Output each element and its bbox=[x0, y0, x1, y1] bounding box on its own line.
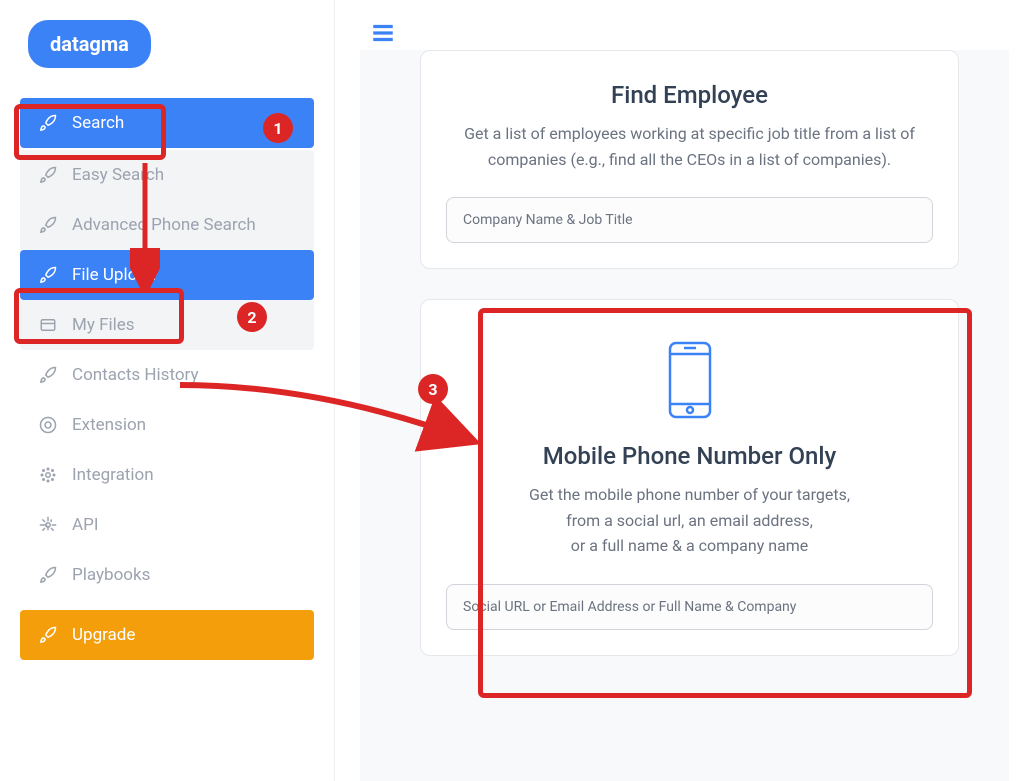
sidebar-item-label: Advanced Phone Search bbox=[72, 215, 256, 235]
annotation-badge-1: 1 bbox=[263, 113, 293, 143]
hamburger-icon[interactable] bbox=[370, 20, 396, 50]
sidebar-item-label: API bbox=[72, 515, 98, 535]
rocket-icon bbox=[38, 265, 58, 285]
rocket-icon bbox=[38, 215, 58, 235]
card-title: Mobile Phone Number Only bbox=[446, 442, 933, 470]
sidebar-item-contacts-history[interactable]: Contacts History bbox=[20, 350, 314, 400]
sidebar-item-integration[interactable]: Integration bbox=[20, 450, 314, 500]
sidebar-item-file-upload[interactable]: File Upload bbox=[20, 250, 314, 300]
rocket-icon bbox=[38, 113, 58, 133]
sidebar-item-label: File Upload bbox=[72, 265, 156, 285]
sidebar-item-playbooks[interactable]: Playbooks bbox=[20, 550, 314, 600]
card-mobile-phone: Mobile Phone Number Only Get the mobile … bbox=[420, 299, 959, 656]
desc-line: or a full name & a company name bbox=[571, 536, 809, 555]
sidebar-item-upgrade[interactable]: Upgrade bbox=[20, 610, 314, 660]
rocket-icon bbox=[38, 365, 58, 385]
card-title: Find Employee bbox=[446, 81, 933, 109]
gear-icon bbox=[38, 515, 58, 535]
card-description: Get a list of employees working at speci… bbox=[446, 121, 933, 172]
sidebar-item-my-files[interactable]: My Files bbox=[20, 300, 314, 350]
sidebar-item-label: Playbooks bbox=[72, 565, 150, 585]
sidebar-sub-group: Easy Search Advanced Phone Search File U… bbox=[20, 150, 314, 350]
sidebar-item-label: Extension bbox=[72, 415, 146, 435]
rocket-icon bbox=[38, 565, 58, 585]
desc-line: from a social url, an email address, bbox=[566, 511, 813, 530]
annotation-badge-3: 3 bbox=[418, 374, 448, 404]
integration-icon bbox=[38, 465, 58, 485]
phone-icon bbox=[446, 340, 933, 424]
rocket-icon bbox=[38, 625, 58, 645]
input-social-url-email-fullname[interactable]: Social URL or Email Address or Full Name… bbox=[446, 584, 933, 630]
input-company-job-title[interactable]: Company Name & Job Title bbox=[446, 197, 933, 243]
sidebar-item-label: Easy Search bbox=[72, 165, 164, 185]
desc-line: Get the mobile phone number of your targ… bbox=[529, 485, 850, 504]
rocket-icon bbox=[38, 165, 58, 185]
card-find-employee: Find Employee Get a list of employees wo… bbox=[420, 50, 959, 269]
logo: datagma bbox=[28, 20, 151, 68]
sidebar-item-advanced-phone-search[interactable]: Advanced Phone Search bbox=[20, 200, 314, 250]
sidebar-item-label: My Files bbox=[72, 315, 135, 335]
sidebar-item-label: Search bbox=[72, 113, 124, 133]
sidebar-item-extension[interactable]: Extension bbox=[20, 400, 314, 450]
card-description: Get the mobile phone number of your targ… bbox=[446, 482, 933, 559]
sidebar-item-label: Upgrade bbox=[72, 625, 135, 645]
chrome-icon bbox=[38, 415, 58, 435]
nav-section: Search Easy Search Advanced Phone Search… bbox=[20, 98, 314, 660]
sidebar-item-api[interactable]: API bbox=[20, 500, 314, 550]
sidebar-item-easy-search[interactable]: Easy Search bbox=[20, 150, 314, 200]
sidebar-item-label: Contacts History bbox=[72, 365, 199, 385]
annotation-badge-2: 2 bbox=[237, 302, 267, 332]
content: Find Employee Get a list of employees wo… bbox=[360, 50, 1009, 781]
files-icon bbox=[38, 315, 58, 335]
sidebar-item-label: Integration bbox=[72, 465, 154, 485]
